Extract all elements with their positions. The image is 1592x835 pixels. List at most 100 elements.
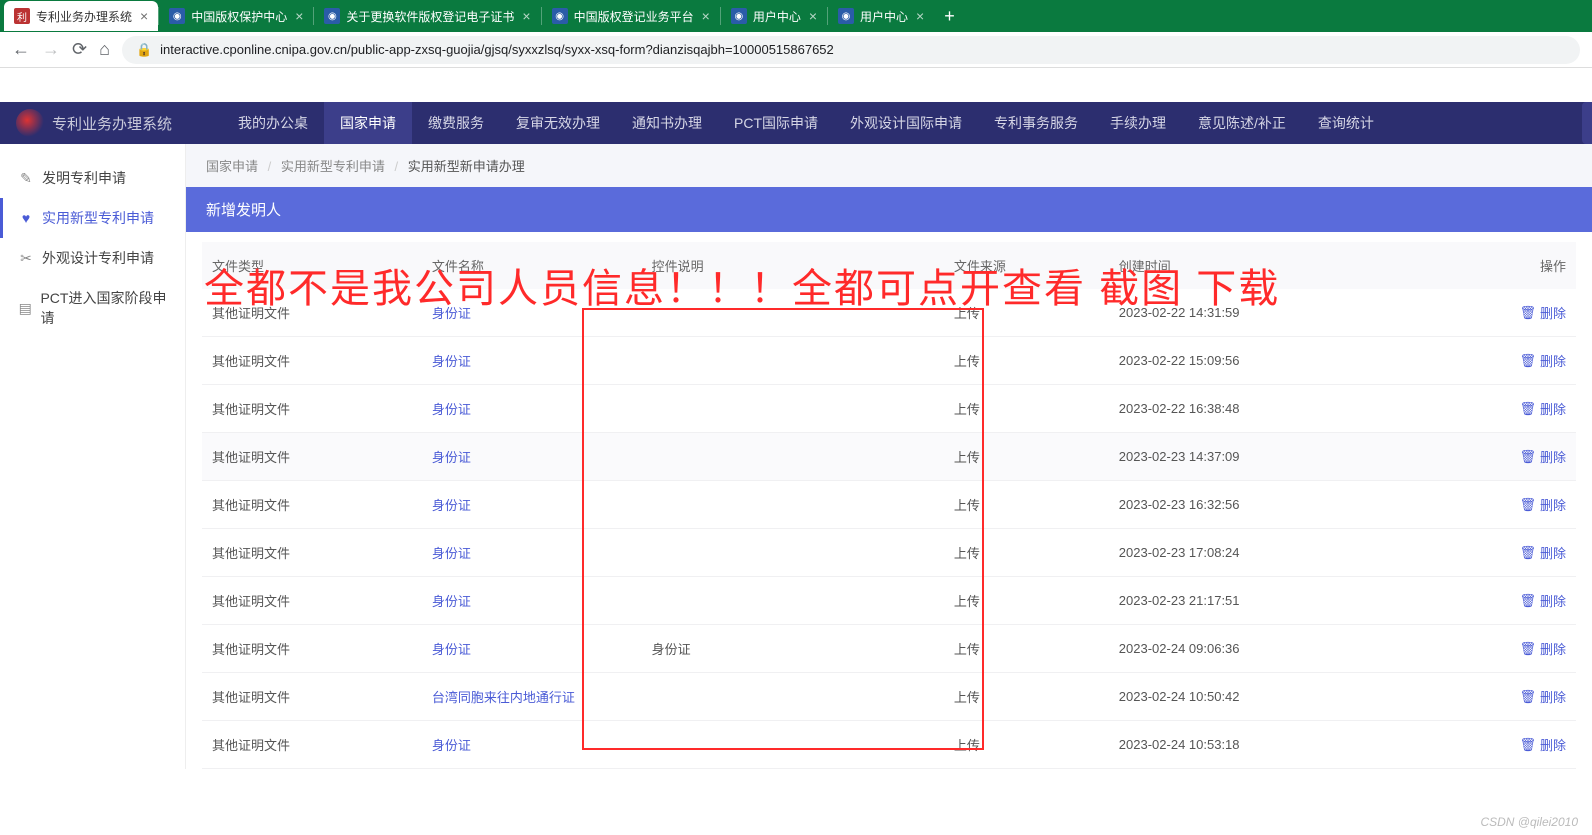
dialog-title: 新增发明人 — [186, 187, 1592, 232]
delete-button[interactable]: 🗑 删除 — [1421, 591, 1566, 610]
browser-tab-1[interactable]: ◉中国版权保护中心× — [159, 1, 313, 31]
home-button[interactable]: ⌂ — [99, 39, 110, 60]
cell-type: 其他证明文件 — [202, 625, 422, 673]
breadcrumb: 国家申请 / 实用新型专利申请 / 实用新型新申请办理 — [186, 144, 1592, 187]
browser-tab-5[interactable]: ◉用户中心× — [828, 1, 934, 31]
browser-tab-4[interactable]: ◉用户中心× — [721, 1, 827, 31]
delete-button[interactable]: 🗑 删除 — [1421, 303, 1566, 322]
col-header-4: 创建时间 — [1109, 242, 1411, 289]
sidebar-item-2[interactable]: ✂外观设计专利申请 — [0, 238, 185, 278]
cell-type: 其他证明文件 — [202, 577, 422, 625]
nav-item-10[interactable]: 查询统计 — [1302, 102, 1390, 144]
nav-item-1[interactable]: 国家申请 — [324, 102, 412, 144]
table-row: 其他证明文件身份证 上传2023-02-22 14:31:59 🗑 删除 — [202, 289, 1576, 337]
cell-filename[interactable]: 身份证 — [422, 337, 642, 385]
nav-overflow-indicator — [1582, 102, 1592, 144]
delete-button[interactable]: 🗑 删除 — [1421, 351, 1566, 370]
cell-source: 上传 — [944, 577, 1109, 625]
forward-button[interactable]: → — [42, 39, 60, 60]
col-header-2: 控件说明 — [642, 242, 944, 289]
nav-item-7[interactable]: 专利事务服务 — [978, 102, 1094, 144]
tab-favicon: ◉ — [838, 8, 854, 24]
tab-favicon: ◉ — [731, 8, 747, 24]
trash-icon: 🗑 — [1519, 401, 1536, 417]
nav-item-4[interactable]: 通知书办理 — [616, 102, 718, 144]
new-tab-button[interactable]: + — [934, 6, 965, 27]
tab-title: 中国版权登记业务平台 — [574, 8, 694, 25]
cell-time: 2023-02-23 16:32:56 — [1109, 481, 1411, 529]
nav-item-8[interactable]: 手续办理 — [1094, 102, 1182, 144]
nav-item-0[interactable]: 我的办公桌 — [222, 102, 324, 144]
nav-item-6[interactable]: 外观设计国际申请 — [834, 102, 978, 144]
col-header-0: 文件类型 — [202, 242, 422, 289]
sidebar-item-3[interactable]: ▤PCT进入国家阶段申请 — [0, 278, 185, 338]
lock-icon: 🔒 — [136, 42, 152, 58]
watermark: CSDN @qilei2010 — [1480, 815, 1578, 829]
logo[interactable]: 专利业务办理系统 — [16, 109, 172, 137]
sidebar-icon: ✂ — [18, 250, 34, 267]
url-box[interactable]: 🔒 interactive.cponline.cnipa.gov.cn/publ… — [122, 36, 1580, 64]
table-row: 其他证明文件身份证身份证上传2023-02-24 09:06:36🗑 删除 — [202, 625, 1576, 673]
col-header-1: 文件名称 — [422, 242, 642, 289]
back-button[interactable]: ← — [12, 39, 30, 60]
cell-type: 其他证明文件 — [202, 721, 422, 769]
cell-type: 其他证明文件 — [202, 289, 422, 337]
breadcrumb-root[interactable]: 国家申请 — [206, 159, 258, 174]
delete-button[interactable]: 🗑 删除 — [1421, 735, 1566, 754]
tab-close-icon[interactable]: × — [809, 8, 817, 24]
cell-source: 上传 — [944, 433, 1109, 481]
cell-filename[interactable]: 身份证 — [422, 289, 642, 337]
sidebar-item-0[interactable]: ✎发明专利申请 — [0, 158, 185, 198]
delete-button[interactable]: 🗑 删除 — [1421, 639, 1566, 658]
breadcrumb-current: 实用新型新申请办理 — [408, 159, 525, 174]
cell-source: 上传 — [944, 289, 1109, 337]
nav-item-3[interactable]: 复审无效办理 — [500, 102, 616, 144]
sidebar-icon: ▤ — [18, 300, 32, 317]
browser-tab-0[interactable]: 利专利业务办理系统× — [4, 1, 158, 31]
table-row: 其他证明文件身份证上传2023-02-23 16:32:56🗑 删除 — [202, 481, 1576, 529]
cell-type: 其他证明文件 — [202, 529, 422, 577]
cell-filename[interactable]: 身份证 — [422, 529, 642, 577]
tab-close-icon[interactable]: × — [916, 8, 924, 24]
tab-close-icon[interactable]: × — [295, 8, 303, 24]
cell-filename[interactable]: 身份证 — [422, 577, 642, 625]
nav-item-2[interactable]: 缴费服务 — [412, 102, 500, 144]
delete-button[interactable]: 🗑 删除 — [1421, 447, 1566, 466]
delete-button[interactable]: 🗑 删除 — [1421, 543, 1566, 562]
delete-button[interactable]: 🗑 删除 — [1421, 399, 1566, 418]
cell-filename[interactable]: 身份证 — [422, 433, 642, 481]
cell-filename[interactable]: 身份证 — [422, 385, 642, 433]
breadcrumb-mid[interactable]: 实用新型专利申请 — [281, 159, 385, 174]
cell-note — [642, 385, 944, 433]
table-row: 其他证明文件身份证上传2023-02-22 16:38:48🗑 删除 — [202, 385, 1576, 433]
tab-close-icon[interactable]: × — [702, 8, 710, 24]
cell-filename[interactable]: 身份证 — [422, 481, 642, 529]
cell-filename[interactable]: 身份证 — [422, 625, 642, 673]
cell-source: 上传 — [944, 529, 1109, 577]
cell-time: 2023-02-23 14:37:09 — [1109, 433, 1411, 481]
reload-button[interactable]: ⟳ — [72, 39, 87, 60]
logo-text: 专利业务办理系统 — [52, 113, 172, 134]
url-text: interactive.cponline.cnipa.gov.cn/public… — [160, 42, 834, 57]
table-row: 其他证明文件身份证上传2023-02-24 10:53:18🗑 删除 — [202, 721, 1576, 769]
browser-tab-3[interactable]: ◉中国版权登记业务平台× — [542, 1, 720, 31]
cell-source: 上传 — [944, 673, 1109, 721]
cell-time: 2023-02-22 14:31:59 — [1109, 289, 1411, 337]
nav-item-9[interactable]: 意见陈述/补正 — [1182, 102, 1302, 144]
cell-filename[interactable]: 身份证 — [422, 721, 642, 769]
cell-note — [642, 529, 944, 577]
cell-time: 2023-02-24 09:06:36 — [1109, 625, 1411, 673]
sidebar-item-1[interactable]: ♥实用新型专利申请 — [0, 198, 185, 238]
sidebar: ✎发明专利申请♥实用新型专利申请✂外观设计专利申请▤PCT进入国家阶段申请 — [0, 144, 186, 769]
cell-time: 2023-02-22 16:38:48 — [1109, 385, 1411, 433]
trash-icon: 🗑 — [1519, 353, 1536, 369]
cell-filename[interactable]: 台湾同胞来往内地通行证 — [422, 673, 642, 721]
browser-tab-2[interactable]: ◉关于更换软件版权登记电子证书× — [314, 1, 540, 31]
cell-note — [642, 481, 944, 529]
delete-button[interactable]: 🗑 删除 — [1421, 495, 1566, 514]
nav-item-5[interactable]: PCT国际申请 — [718, 102, 834, 144]
tab-close-icon[interactable]: × — [522, 8, 530, 24]
tab-close-icon[interactable]: × — [140, 8, 148, 24]
logo-icon — [16, 109, 44, 137]
delete-button[interactable]: 🗑 删除 — [1421, 687, 1566, 706]
